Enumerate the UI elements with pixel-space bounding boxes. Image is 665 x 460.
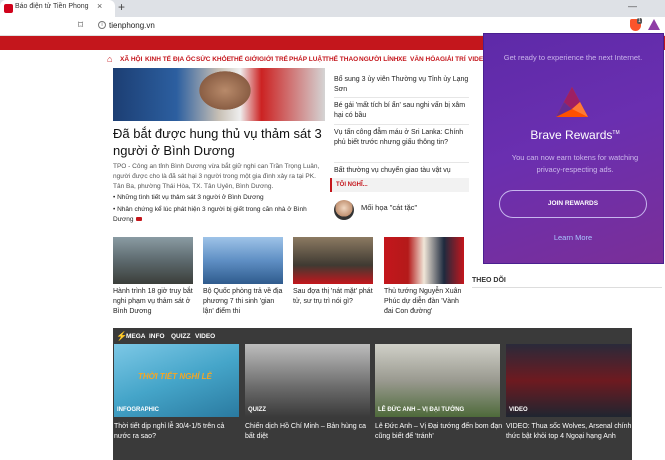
nav-item[interactable]: GIỚI TRẺ bbox=[259, 56, 288, 63]
join-rewards-button[interactable]: JOIN REWARDS bbox=[499, 190, 647, 218]
author-avatar[interactable] bbox=[334, 200, 354, 220]
nav-item[interactable]: VĂN HÓA bbox=[410, 56, 440, 63]
learn-more-link[interactable]: Learn More bbox=[500, 233, 646, 242]
site-info-icon[interactable]: i bbox=[98, 21, 106, 29]
minimize-window-button[interactable]: — bbox=[628, 1, 637, 11]
opinion-link[interactable]: Mối họa "cát tặc" bbox=[361, 203, 417, 212]
media-caption[interactable]: Lê Đức Anh – Vị Đại tướng đến bom đạn cũ… bbox=[375, 422, 503, 442]
popup-title: Brave RewardsTM bbox=[500, 128, 650, 142]
news-caption[interactable]: Thủ tướng Nguyễn Xuân Phúc dự diễn đàn '… bbox=[384, 287, 466, 317]
tab-close-icon[interactable]: × bbox=[97, 1, 102, 11]
news-thumbnail[interactable] bbox=[293, 237, 373, 284]
popup-title-text: Brave Rewards bbox=[530, 128, 612, 142]
media-tab[interactable]: QUIZZ bbox=[171, 333, 191, 340]
media-overlay-text: THỜI TIẾT NGHỈ LỄ bbox=[138, 372, 212, 381]
brave-rewards-icon[interactable] bbox=[648, 19, 660, 30]
nav-item[interactable]: XE bbox=[398, 56, 407, 63]
main-article-photo-subject bbox=[195, 68, 255, 113]
nav-item[interactable]: PHÁP LUẬT bbox=[289, 56, 326, 63]
nav-item[interactable]: ĐỊA ỐC bbox=[173, 56, 196, 63]
nav-item[interactable]: NGƯỜI LÍNH bbox=[359, 56, 398, 63]
news-thumbnail[interactable] bbox=[113, 237, 193, 284]
media-tab[interactable]: VIDEO bbox=[195, 333, 215, 340]
main-headline[interactable]: Đã bắt được hung thủ vụ thảm sát 3 người… bbox=[113, 125, 325, 159]
trademark-mark: TM bbox=[612, 130, 619, 136]
news-caption[interactable]: Hành trình 18 giờ truy bắt nghi phạm vụ … bbox=[113, 287, 195, 317]
main-lead: TPO - Công an tỉnh Bình Dương vừa bắt gi… bbox=[113, 162, 325, 192]
divider bbox=[472, 287, 662, 288]
popup-subtitle: You can now earn tokens for watching pri… bbox=[500, 152, 650, 176]
bat-logo-icon bbox=[554, 85, 590, 119]
new-tab-button[interactable]: + bbox=[118, 0, 125, 14]
related-link-text[interactable]: Nhân chứng kể lúc phát hiện 3 người bị g… bbox=[113, 206, 307, 223]
media-tag: INFOGRAPHIC bbox=[117, 407, 159, 413]
divider bbox=[334, 124, 469, 125]
news-thumbnail[interactable] bbox=[384, 237, 464, 284]
news-caption[interactable]: Bộ Quốc phòng trả về địa phương 7 thi si… bbox=[203, 287, 285, 317]
divider bbox=[334, 97, 469, 98]
nav-item[interactable]: THẾ GIỚI bbox=[230, 56, 259, 63]
opinion-label[interactable]: TÔI NGHĨ... bbox=[336, 182, 368, 188]
nav-item[interactable]: GIẢI TRÍ bbox=[440, 56, 466, 63]
media-tab[interactable]: INFO bbox=[149, 333, 165, 340]
media-tab[interactable]: MEGA bbox=[126, 333, 146, 340]
nav-item[interactable]: SỨC KHỎE bbox=[196, 56, 231, 63]
side-link[interactable]: Vụ tấn công đẫm máu ở Sri Lanka: Chính p… bbox=[334, 128, 469, 148]
news-caption[interactable]: Sau đợa thị 'nát mặt' phát tử, sư trụ tr… bbox=[293, 287, 375, 307]
popup-tagline: Get ready to experience the next Interne… bbox=[503, 52, 643, 63]
nav-item[interactable]: KINH TẾ bbox=[145, 56, 171, 63]
related-link[interactable]: Những tình tiết vụ thảm sát 3 người ở Bì… bbox=[113, 193, 325, 203]
side-link[interactable]: Bổ sung 3 ủy viên Thường vụ Tỉnh ủy Lạng… bbox=[334, 75, 469, 95]
media-caption[interactable]: Thời tiết dịp nghỉ lễ 30/4-1/5 trên cả n… bbox=[114, 422, 242, 442]
video-camera-icon bbox=[136, 217, 142, 221]
divider bbox=[334, 162, 469, 163]
follow-section-title: THEO DÕI bbox=[472, 277, 506, 284]
site-favicon-icon bbox=[4, 4, 13, 13]
nav-item[interactable]: THỂ THAO bbox=[325, 56, 358, 63]
side-link[interactable]: Bất thường vụ chuyển giao tàu vật vụ bbox=[334, 166, 469, 176]
bookmark-icon[interactable]: ⌑ bbox=[78, 20, 83, 31]
news-thumbnail[interactable] bbox=[203, 237, 283, 284]
home-icon[interactable]: ⌂ bbox=[107, 54, 112, 64]
side-link[interactable]: Bé gái 'mất tích bí ẩn' sau nghi vấn bị … bbox=[334, 101, 469, 121]
media-tag: QUIZZ bbox=[248, 407, 266, 413]
related-link[interactable]: Nhân chứng kể lúc phát hiện 3 người bị g… bbox=[113, 205, 325, 225]
media-caption[interactable]: VIDEO: Thua sốc Wolves, Arsenal chính th… bbox=[506, 422, 634, 442]
nav-item[interactable]: XÃ HỘI bbox=[120, 56, 142, 63]
tab-title[interactable]: Báo điện tử Tiền Phong bbox=[15, 3, 89, 10]
brave-rewards-popup bbox=[483, 33, 664, 264]
media-tag: LÊ ĐỨC ANH – VỊ ĐẠI TƯỚNG bbox=[378, 407, 464, 413]
media-tag: VIDEO bbox=[509, 407, 528, 413]
shield-count-badge: 1 bbox=[637, 18, 642, 24]
media-caption[interactable]: Chiến dịch Hồ Chí Minh – Bản hùng ca bất… bbox=[245, 422, 373, 442]
address-bar[interactable]: tienphong.vn bbox=[109, 21, 155, 30]
